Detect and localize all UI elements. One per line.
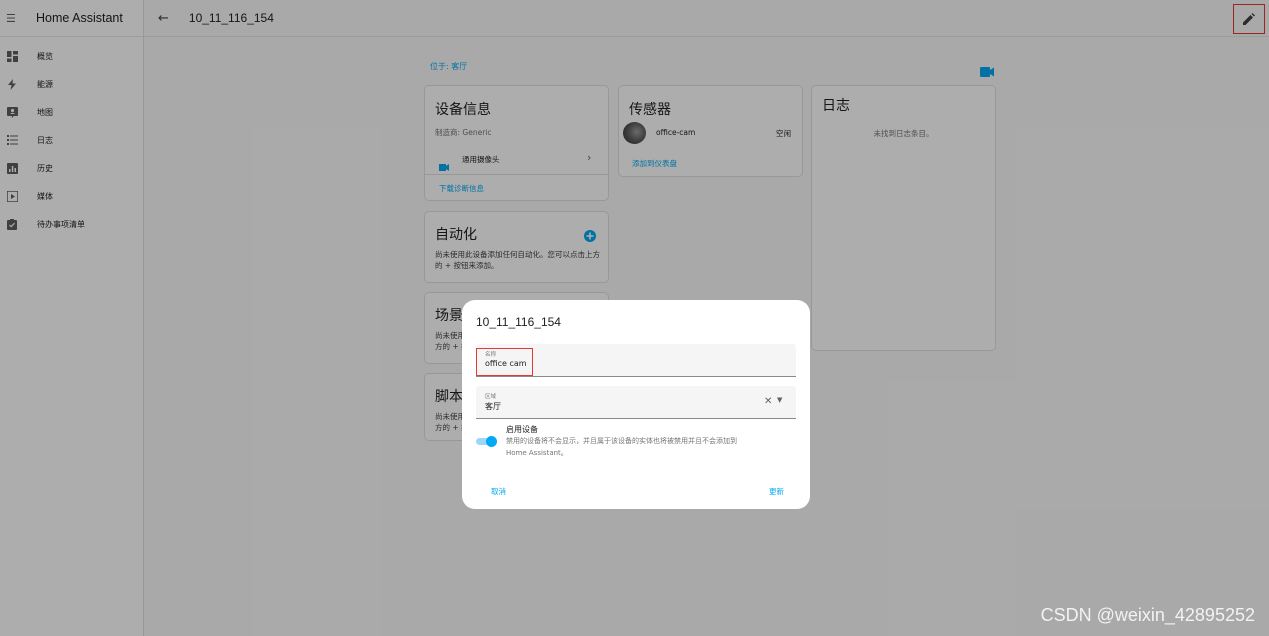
area-select[interactable]: 区域 客厅 ✕ ▼ bbox=[476, 386, 796, 419]
dropdown-arrow-icon[interactable]: ▼ bbox=[777, 396, 782, 404]
enable-device-title: 启用设备 bbox=[506, 425, 538, 434]
clear-icon[interactable]: ✕ bbox=[764, 396, 772, 407]
name-field-highlight bbox=[476, 348, 533, 376]
watermark: CSDN @weixin_42895252 bbox=[1040, 605, 1255, 625]
dialog-title: 10_11_116_154 bbox=[476, 315, 561, 329]
area-field-value: 客厅 bbox=[485, 402, 501, 411]
device-settings-dialog: 10_11_116_154 名称 office cam 区域 客厅 ✕ ▼ 启用… bbox=[462, 300, 810, 509]
enable-device-desc-2: Home Assistant。 bbox=[506, 449, 568, 457]
area-field-label: 区域 bbox=[485, 394, 497, 400]
enable-device-desc: 禁用的设备将不会显示，并且属于该设备的实体也将被禁用并且不会添加到 bbox=[506, 437, 737, 445]
cancel-button[interactable]: 取消 bbox=[491, 486, 506, 497]
toggle-thumb bbox=[486, 436, 497, 447]
update-button[interactable]: 更新 bbox=[769, 486, 784, 497]
enable-device-toggle[interactable] bbox=[476, 436, 498, 447]
